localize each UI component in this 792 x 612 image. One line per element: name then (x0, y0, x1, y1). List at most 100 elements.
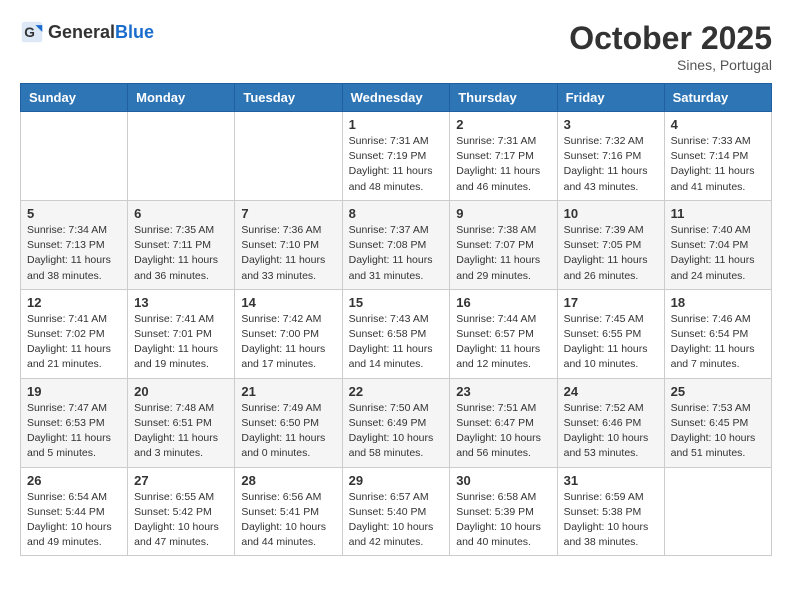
day-number: 30 (456, 473, 550, 488)
calendar-header-row: SundayMondayTuesdayWednesdayThursdayFrid… (21, 84, 772, 112)
calendar-cell (235, 112, 342, 201)
calendar-cell: 6 Sunrise: 7:35 AM Sunset: 7:11 PM Daylig… (128, 200, 235, 289)
calendar-cell: 22 Sunrise: 7:50 AM Sunset: 6:49 PM Dayli… (342, 378, 450, 467)
calendar-week-row: 12 Sunrise: 7:41 AM Sunset: 7:02 PM Dayli… (21, 289, 772, 378)
day-info: Sunrise: 7:41 AM Sunset: 7:01 PM Dayligh… (134, 312, 228, 373)
col-header-tuesday: Tuesday (235, 84, 342, 112)
calendar-cell: 7Sunrise: 7:36 AM Sunset: 7:10 PM Daylig… (235, 200, 342, 289)
day-info: Sunrise: 7:33 AM Sunset: 7:14 PM Dayligh… (671, 134, 765, 195)
col-header-saturday: Saturday (664, 84, 771, 112)
day-number: 12 (27, 295, 121, 310)
day-number: 21 (241, 384, 335, 399)
day-number: 14 (241, 295, 335, 310)
day-number: 5 (27, 206, 121, 221)
calendar-week-row: 5 Sunrise: 7:34 AM Sunset: 7:13 PM Daylig… (21, 200, 772, 289)
day-number: 3 (564, 117, 658, 132)
calendar-cell: 29 Sunrise: 6:57 AM Sunset: 5:40 PM Dayli… (342, 467, 450, 556)
day-info: Sunrise: 7:47 AM Sunset: 6:53 PM Dayligh… (27, 401, 121, 462)
day-number: 15 (349, 295, 444, 310)
calendar-cell: 31 Sunrise: 6:59 AM Sunset: 5:38 PM Dayli… (557, 467, 664, 556)
day-number: 17 (564, 295, 658, 310)
location-title: Sines, Portugal (569, 57, 772, 73)
day-number: 31 (564, 473, 658, 488)
calendar-cell: 27 Sunrise: 6:55 AM Sunset: 5:42 PM Dayli… (128, 467, 235, 556)
col-header-friday: Friday (557, 84, 664, 112)
day-info: Sunrise: 7:35 AM Sunset: 7:11 PM Dayligh… (134, 223, 228, 284)
logo: G GeneralBlue (20, 20, 154, 44)
day-number: 10 (564, 206, 658, 221)
logo-general: General (48, 22, 115, 42)
day-info: Sunrise: 7:36 AM Sunset: 7:10 PM Dayligh… (241, 223, 335, 284)
day-info: Sunrise: 7:51 AM Sunset: 6:47 PM Dayligh… (456, 401, 550, 462)
day-info: Sunrise: 7:31 AM Sunset: 7:19 PM Dayligh… (349, 134, 444, 195)
day-info: Sunrise: 7:41 AM Sunset: 7:02 PM Dayligh… (27, 312, 121, 373)
calendar-cell: 11 Sunrise: 7:40 AM Sunset: 7:04 PM Dayli… (664, 200, 771, 289)
calendar-cell: 8Sunrise: 7:37 AM Sunset: 7:08 PM Daylig… (342, 200, 450, 289)
day-info: Sunrise: 6:56 AM Sunset: 5:41 PM Dayligh… (241, 490, 335, 551)
calendar-cell: 16 Sunrise: 7:44 AM Sunset: 6:57 PM Dayli… (450, 289, 557, 378)
day-info: Sunrise: 7:45 AM Sunset: 6:55 PM Dayligh… (564, 312, 658, 373)
day-info: Sunrise: 7:48 AM Sunset: 6:51 PM Dayligh… (134, 401, 228, 462)
calendar-cell: 4 Sunrise: 7:33 AM Sunset: 7:14 PM Daylig… (664, 112, 771, 201)
logo-blue: Blue (115, 22, 154, 42)
calendar-cell: 3 Sunrise: 7:32 AM Sunset: 7:16 PM Daylig… (557, 112, 664, 201)
day-number: 29 (349, 473, 444, 488)
svg-text:G: G (24, 25, 35, 40)
day-info: Sunrise: 6:55 AM Sunset: 5:42 PM Dayligh… (134, 490, 228, 551)
calendar-cell (128, 112, 235, 201)
day-info: Sunrise: 6:57 AM Sunset: 5:40 PM Dayligh… (349, 490, 444, 551)
day-number: 11 (671, 206, 765, 221)
day-number: 26 (27, 473, 121, 488)
calendar-cell: 14Sunrise: 7:42 AM Sunset: 7:00 PM Dayli… (235, 289, 342, 378)
day-info: Sunrise: 7:31 AM Sunset: 7:17 PM Dayligh… (456, 134, 550, 195)
day-info: Sunrise: 7:53 AM Sunset: 6:45 PM Dayligh… (671, 401, 765, 462)
calendar-cell: 17 Sunrise: 7:45 AM Sunset: 6:55 PM Dayli… (557, 289, 664, 378)
page-header: G GeneralBlue October 2025 Sines, Portug… (20, 20, 772, 73)
day-info: Sunrise: 6:59 AM Sunset: 5:38 PM Dayligh… (564, 490, 658, 551)
calendar-cell: 30 Sunrise: 6:58 AM Sunset: 5:39 PM Dayli… (450, 467, 557, 556)
day-info: Sunrise: 7:49 AM Sunset: 6:50 PM Dayligh… (241, 401, 335, 462)
day-number: 8 (349, 206, 444, 221)
day-number: 13 (134, 295, 228, 310)
calendar-cell: 1 Sunrise: 7:31 AM Sunset: 7:19 PM Daylig… (342, 112, 450, 201)
day-info: Sunrise: 7:40 AM Sunset: 7:04 PM Dayligh… (671, 223, 765, 284)
day-number: 18 (671, 295, 765, 310)
title-area: October 2025 Sines, Portugal (569, 20, 772, 73)
calendar-cell: 18 Sunrise: 7:46 AM Sunset: 6:54 PM Dayli… (664, 289, 771, 378)
day-number: 25 (671, 384, 765, 399)
calendar-cell (21, 112, 128, 201)
calendar-week-row: 1 Sunrise: 7:31 AM Sunset: 7:19 PM Daylig… (21, 112, 772, 201)
day-number: 1 (349, 117, 444, 132)
calendar-cell: 23 Sunrise: 7:51 AM Sunset: 6:47 PM Dayli… (450, 378, 557, 467)
calendar-week-row: 19 Sunrise: 7:47 AM Sunset: 6:53 PM Dayli… (21, 378, 772, 467)
calendar-cell: 28Sunrise: 6:56 AM Sunset: 5:41 PM Dayli… (235, 467, 342, 556)
calendar-cell: 21 Sunrise: 7:49 AM Sunset: 6:50 PM Dayli… (235, 378, 342, 467)
day-number: 16 (456, 295, 550, 310)
day-number: 6 (134, 206, 228, 221)
day-number: 23 (456, 384, 550, 399)
day-number: 9 (456, 206, 550, 221)
day-info: Sunrise: 6:58 AM Sunset: 5:39 PM Dayligh… (456, 490, 550, 551)
calendar-cell: 5 Sunrise: 7:34 AM Sunset: 7:13 PM Daylig… (21, 200, 128, 289)
day-number: 20 (134, 384, 228, 399)
day-info: Sunrise: 7:44 AM Sunset: 6:57 PM Dayligh… (456, 312, 550, 373)
calendar-cell: 26 Sunrise: 6:54 AM Sunset: 5:44 PM Dayli… (21, 467, 128, 556)
day-number: 19 (27, 384, 121, 399)
month-title: October 2025 (569, 20, 772, 57)
calendar-week-row: 26 Sunrise: 6:54 AM Sunset: 5:44 PM Dayli… (21, 467, 772, 556)
calendar-cell: 24Sunrise: 7:52 AM Sunset: 6:46 PM Dayli… (557, 378, 664, 467)
calendar-cell: 13 Sunrise: 7:41 AM Sunset: 7:01 PM Dayli… (128, 289, 235, 378)
day-info: Sunrise: 7:32 AM Sunset: 7:16 PM Dayligh… (564, 134, 658, 195)
day-number: 27 (134, 473, 228, 488)
day-number: 4 (671, 117, 765, 132)
calendar-table: SundayMondayTuesdayWednesdayThursdayFrid… (20, 83, 772, 556)
day-info: Sunrise: 7:46 AM Sunset: 6:54 PM Dayligh… (671, 312, 765, 373)
calendar-cell: 15Sunrise: 7:43 AM Sunset: 6:58 PM Dayli… (342, 289, 450, 378)
calendar-cell: 19 Sunrise: 7:47 AM Sunset: 6:53 PM Dayli… (21, 378, 128, 467)
day-info: Sunrise: 7:50 AM Sunset: 6:49 PM Dayligh… (349, 401, 444, 462)
day-info: Sunrise: 6:54 AM Sunset: 5:44 PM Dayligh… (27, 490, 121, 551)
calendar-cell: 12 Sunrise: 7:41 AM Sunset: 7:02 PM Dayli… (21, 289, 128, 378)
day-info: Sunrise: 7:34 AM Sunset: 7:13 PM Dayligh… (27, 223, 121, 284)
col-header-wednesday: Wednesday (342, 84, 450, 112)
day-number: 22 (349, 384, 444, 399)
